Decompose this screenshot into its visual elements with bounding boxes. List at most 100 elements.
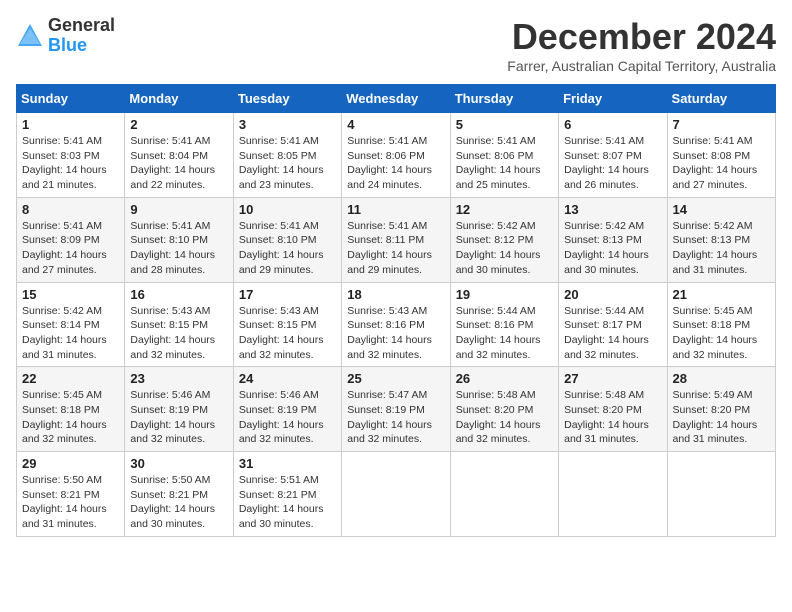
day-header-tuesday: Tuesday xyxy=(233,85,341,113)
calendar-cell: 11 Sunrise: 5:41 AMSunset: 8:11 PMDayligh… xyxy=(342,197,450,282)
day-info: Sunrise: 5:48 AMSunset: 8:20 PMDaylight:… xyxy=(564,388,661,447)
calendar-cell: 2 Sunrise: 5:41 AMSunset: 8:04 PMDaylight… xyxy=(125,113,233,198)
day-info: Sunrise: 5:41 AMSunset: 8:06 PMDaylight:… xyxy=(347,134,444,193)
calendar-cell: 25 Sunrise: 5:47 AMSunset: 8:19 PMDayligh… xyxy=(342,367,450,452)
logo-blue: Blue xyxy=(48,36,115,56)
day-info: Sunrise: 5:51 AMSunset: 8:21 PMDaylight:… xyxy=(239,473,336,532)
day-info: Sunrise: 5:41 AMSunset: 8:04 PMDaylight:… xyxy=(130,134,227,193)
calendar-cell: 12Sunrise: 5:42 AMSunset: 8:12 PMDayligh… xyxy=(450,197,558,282)
day-number: 9 xyxy=(130,202,227,217)
calendar-cell: 14 Sunrise: 5:42 AMSunset: 8:13 PMDayligh… xyxy=(667,197,775,282)
calendar-cell: 1Sunrise: 5:41 AMSunset: 8:03 PMDaylight… xyxy=(17,113,125,198)
calendar-week-3: 15Sunrise: 5:42 AMSunset: 8:14 PMDayligh… xyxy=(17,282,776,367)
calendar-cell: 7 Sunrise: 5:41 AMSunset: 8:08 PMDaylight… xyxy=(667,113,775,198)
day-info: Sunrise: 5:41 AMSunset: 8:09 PMDaylight:… xyxy=(22,219,119,278)
calendar-cell: 3 Sunrise: 5:41 AMSunset: 8:05 PMDaylight… xyxy=(233,113,341,198)
day-number: 24 xyxy=(239,371,336,386)
day-info: Sunrise: 5:41 AMSunset: 8:06 PMDaylight:… xyxy=(456,134,553,193)
calendar-cell: 20 Sunrise: 5:44 AMSunset: 8:17 PMDayligh… xyxy=(559,282,667,367)
day-number: 28 xyxy=(673,371,770,386)
day-info: Sunrise: 5:43 AMSunset: 8:16 PMDaylight:… xyxy=(347,304,444,363)
day-header-thursday: Thursday xyxy=(450,85,558,113)
day-number: 31 xyxy=(239,456,336,471)
day-info: Sunrise: 5:41 AMSunset: 8:10 PMDaylight:… xyxy=(130,219,227,278)
day-info: Sunrise: 5:42 AMSunset: 8:12 PMDaylight:… xyxy=(456,219,553,278)
calendar-cell: 22Sunrise: 5:45 AMSunset: 8:18 PMDayligh… xyxy=(17,367,125,452)
calendar-cell: 21 Sunrise: 5:45 AMSunset: 8:18 PMDayligh… xyxy=(667,282,775,367)
calendar-cell: 23Sunrise: 5:46 AMSunset: 8:19 PMDayligh… xyxy=(125,367,233,452)
day-info: Sunrise: 5:45 AMSunset: 8:18 PMDaylight:… xyxy=(673,304,770,363)
logo-general: General xyxy=(48,16,115,36)
logo-text: General Blue xyxy=(48,16,115,56)
calendar-cell: 27 Sunrise: 5:48 AMSunset: 8:20 PMDayligh… xyxy=(559,367,667,452)
day-info: Sunrise: 5:46 AMSunset: 8:19 PMDaylight:… xyxy=(239,388,336,447)
month-title: December 2024 xyxy=(507,16,776,58)
day-info: Sunrise: 5:48 AMSunset: 8:20 PMDaylight:… xyxy=(456,388,553,447)
calendar-cell: 28 Sunrise: 5:49 AMSunset: 8:20 PMDayligh… xyxy=(667,367,775,452)
day-header-saturday: Saturday xyxy=(667,85,775,113)
day-header-monday: Monday xyxy=(125,85,233,113)
calendar-cell: 16 Sunrise: 5:43 AMSunset: 8:15 PMDayligh… xyxy=(125,282,233,367)
calendar-week-2: 8 Sunrise: 5:41 AMSunset: 8:09 PMDaylight… xyxy=(17,197,776,282)
day-number: 18 xyxy=(347,287,444,302)
calendar-header-row: SundayMondayTuesdayWednesdayThursdayFrid… xyxy=(17,85,776,113)
calendar-cell xyxy=(342,452,450,537)
day-number: 7 xyxy=(673,117,770,132)
calendar-week-4: 22Sunrise: 5:45 AMSunset: 8:18 PMDayligh… xyxy=(17,367,776,452)
day-info: Sunrise: 5:49 AMSunset: 8:20 PMDaylight:… xyxy=(673,388,770,447)
day-info: Sunrise: 5:50 AMSunset: 8:21 PMDaylight:… xyxy=(130,473,227,532)
day-number: 14 xyxy=(673,202,770,217)
calendar-cell: 15Sunrise: 5:42 AMSunset: 8:14 PMDayligh… xyxy=(17,282,125,367)
calendar-cell: 19Sunrise: 5:44 AMSunset: 8:16 PMDayligh… xyxy=(450,282,558,367)
day-info: Sunrise: 5:47 AMSunset: 8:19 PMDaylight:… xyxy=(347,388,444,447)
calendar-cell: 13 Sunrise: 5:42 AMSunset: 8:13 PMDayligh… xyxy=(559,197,667,282)
calendar-cell: 9 Sunrise: 5:41 AMSunset: 8:10 PMDaylight… xyxy=(125,197,233,282)
day-info: Sunrise: 5:44 AMSunset: 8:17 PMDaylight:… xyxy=(564,304,661,363)
day-number: 22 xyxy=(22,371,119,386)
day-info: Sunrise: 5:42 AMSunset: 8:13 PMDaylight:… xyxy=(564,219,661,278)
day-number: 21 xyxy=(673,287,770,302)
day-number: 27 xyxy=(564,371,661,386)
day-info: Sunrise: 5:43 AMSunset: 8:15 PMDaylight:… xyxy=(130,304,227,363)
day-number: 10 xyxy=(239,202,336,217)
calendar-cell: 30Sunrise: 5:50 AMSunset: 8:21 PMDayligh… xyxy=(125,452,233,537)
calendar-cell xyxy=(450,452,558,537)
calendar-cell: 8 Sunrise: 5:41 AMSunset: 8:09 PMDaylight… xyxy=(17,197,125,282)
day-number: 19 xyxy=(456,287,553,302)
day-info: Sunrise: 5:41 AMSunset: 8:07 PMDaylight:… xyxy=(564,134,661,193)
day-info: Sunrise: 5:42 AMSunset: 8:13 PMDaylight:… xyxy=(673,219,770,278)
calendar-cell: 18 Sunrise: 5:43 AMSunset: 8:16 PMDayligh… xyxy=(342,282,450,367)
header: General Blue December 2024 Farrer, Austr… xyxy=(16,16,776,74)
calendar-cell: 17Sunrise: 5:43 AMSunset: 8:15 PMDayligh… xyxy=(233,282,341,367)
day-number: 17 xyxy=(239,287,336,302)
day-header-friday: Friday xyxy=(559,85,667,113)
day-info: Sunrise: 5:41 AMSunset: 8:11 PMDaylight:… xyxy=(347,219,444,278)
day-number: 26 xyxy=(456,371,553,386)
day-number: 3 xyxy=(239,117,336,132)
day-number: 2 xyxy=(130,117,227,132)
logo-icon xyxy=(16,22,44,50)
day-number: 15 xyxy=(22,287,119,302)
day-number: 11 xyxy=(347,202,444,217)
title-section: December 2024 Farrer, Australian Capital… xyxy=(507,16,776,74)
day-header-sunday: Sunday xyxy=(17,85,125,113)
day-number: 16 xyxy=(130,287,227,302)
calendar-week-1: 1Sunrise: 5:41 AMSunset: 8:03 PMDaylight… xyxy=(17,113,776,198)
day-header-wednesday: Wednesday xyxy=(342,85,450,113)
day-number: 20 xyxy=(564,287,661,302)
day-number: 23 xyxy=(130,371,227,386)
day-number: 4 xyxy=(347,117,444,132)
calendar-cell: 26 Sunrise: 5:48 AMSunset: 8:20 PMDayligh… xyxy=(450,367,558,452)
day-info: Sunrise: 5:41 AMSunset: 8:05 PMDaylight:… xyxy=(239,134,336,193)
day-info: Sunrise: 5:41 AMSunset: 8:03 PMDaylight:… xyxy=(22,134,119,193)
day-number: 8 xyxy=(22,202,119,217)
day-number: 6 xyxy=(564,117,661,132)
calendar-week-5: 29Sunrise: 5:50 AMSunset: 8:21 PMDayligh… xyxy=(17,452,776,537)
calendar-cell: 5Sunrise: 5:41 AMSunset: 8:06 PMDaylight… xyxy=(450,113,558,198)
day-number: 25 xyxy=(347,371,444,386)
day-number: 13 xyxy=(564,202,661,217)
calendar-cell: 31 Sunrise: 5:51 AMSunset: 8:21 PMDayligh… xyxy=(233,452,341,537)
logo: General Blue xyxy=(16,16,115,56)
calendar-cell xyxy=(559,452,667,537)
day-info: Sunrise: 5:41 AMSunset: 8:08 PMDaylight:… xyxy=(673,134,770,193)
